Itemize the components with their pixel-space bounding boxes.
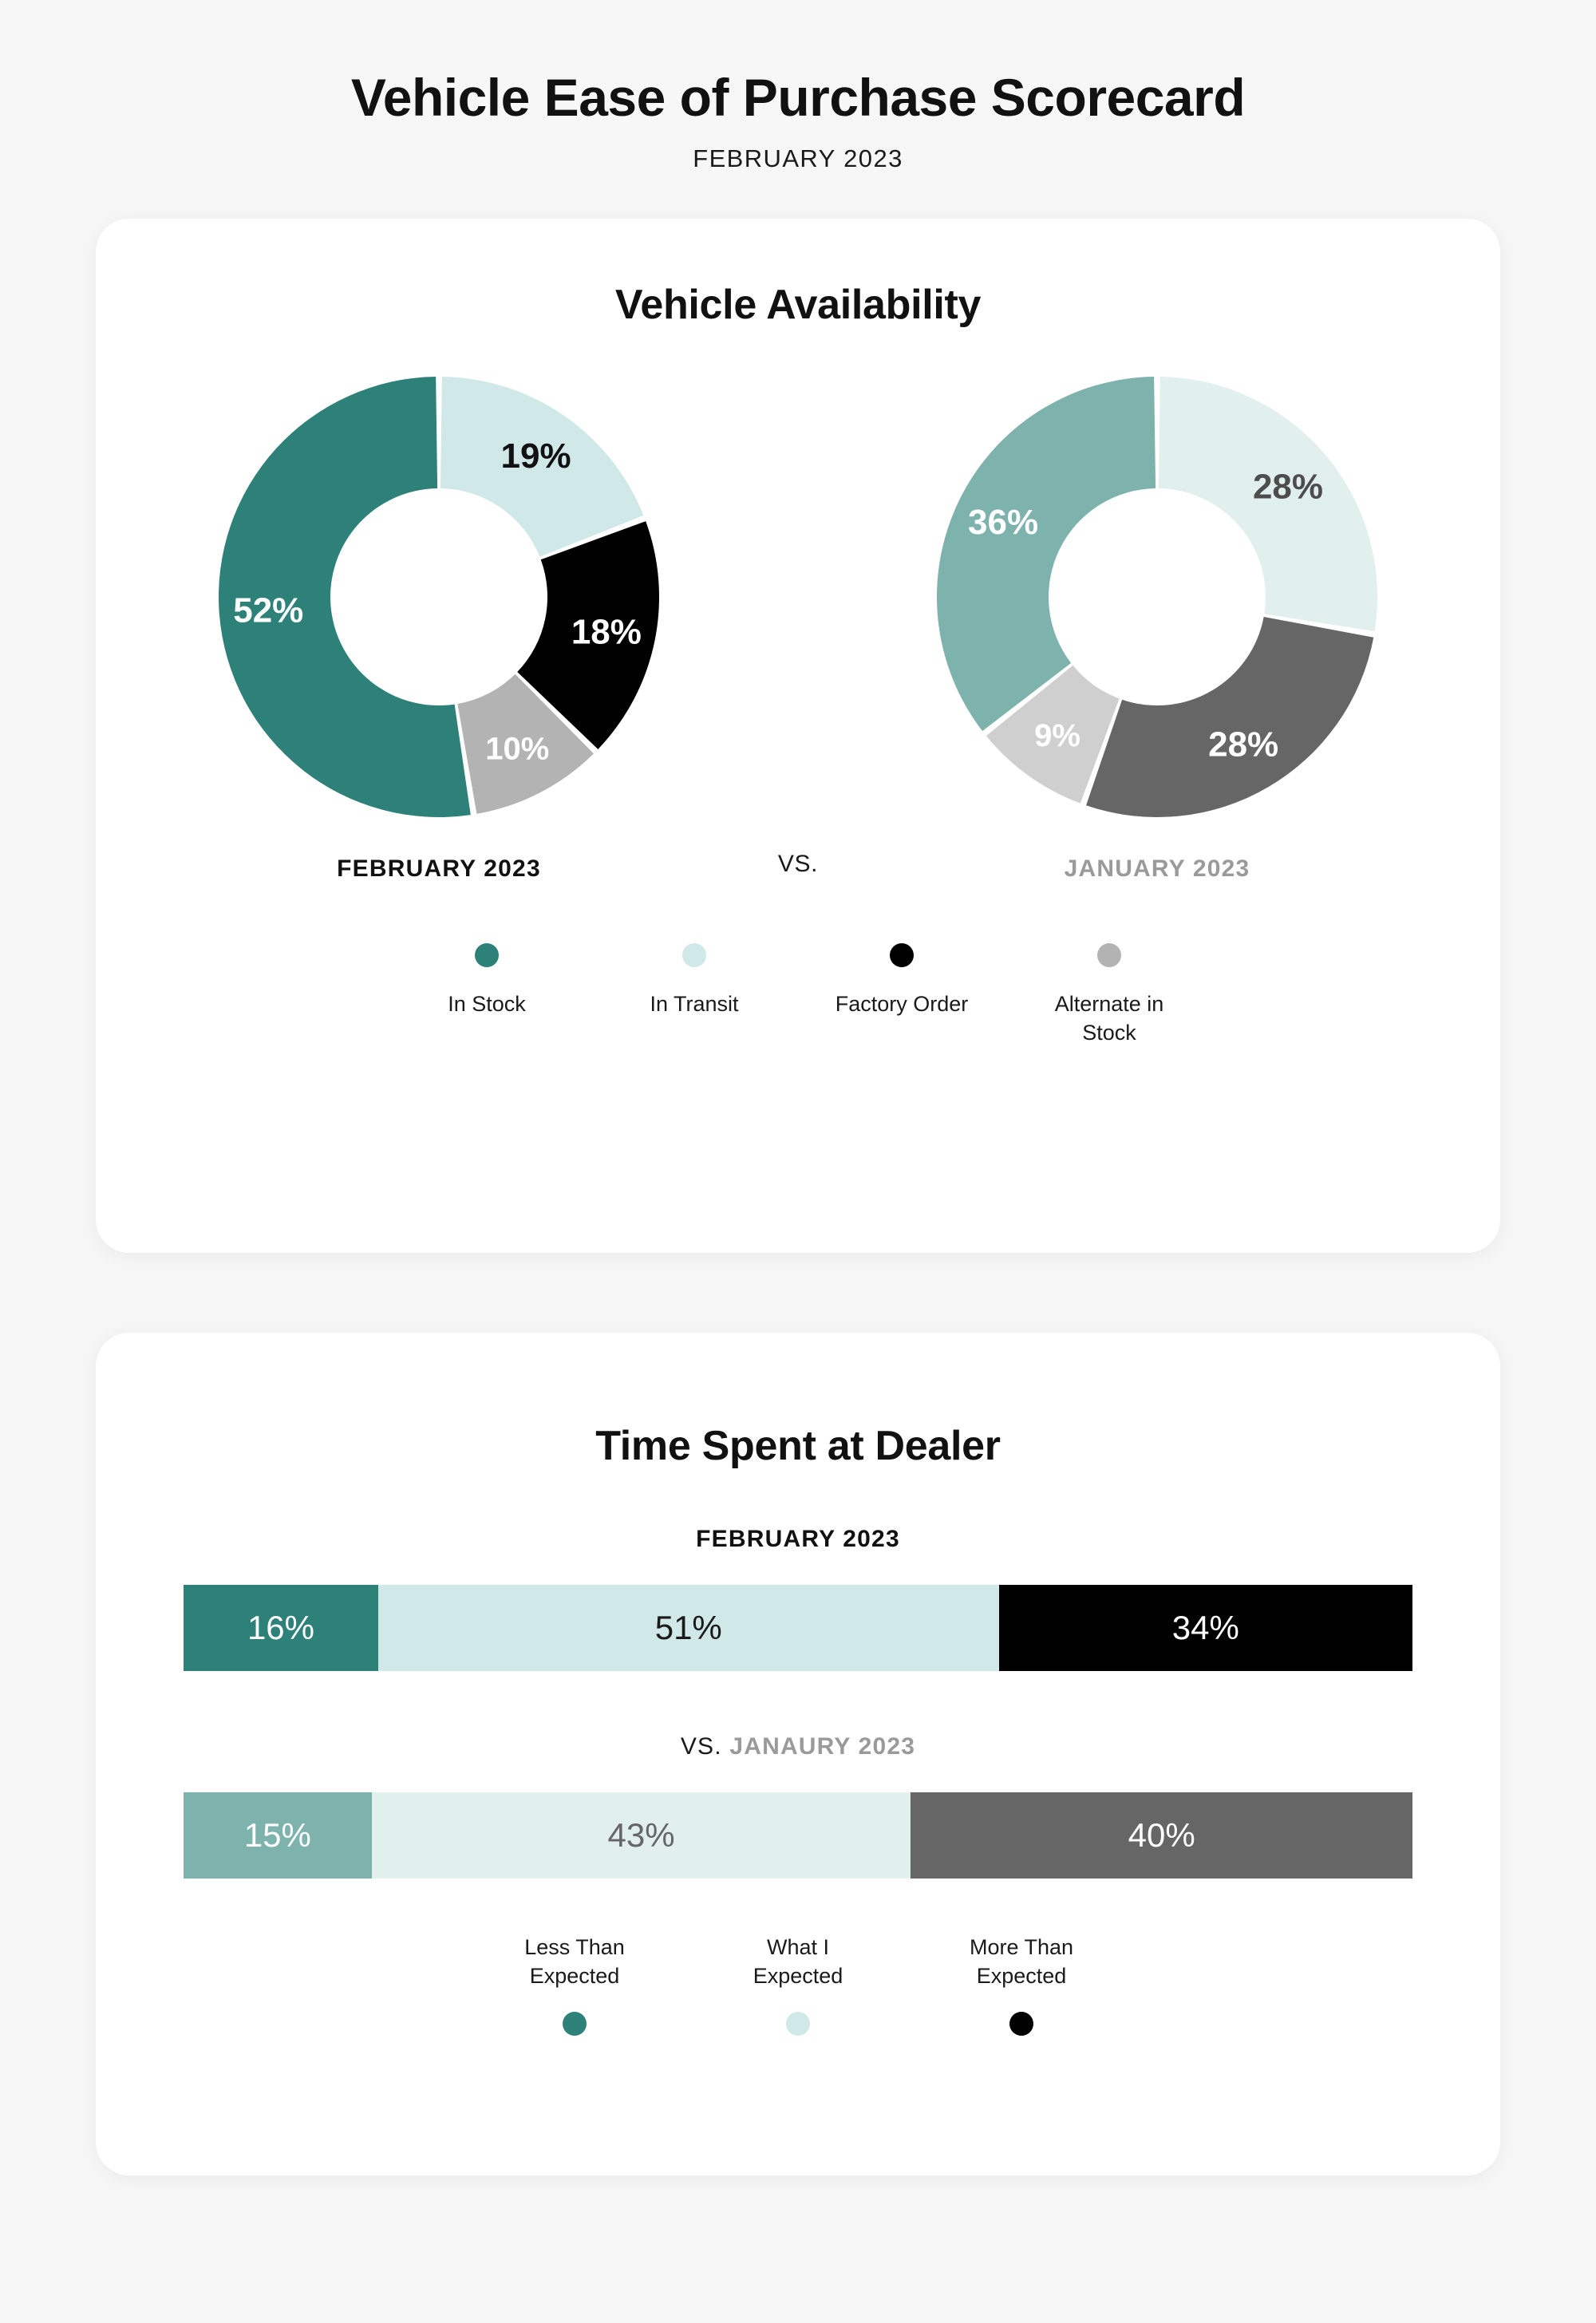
donut-slice-label: 10%	[485, 732, 549, 767]
legend-item: In Stock	[383, 943, 591, 1018]
bar-current-caption: FEBRUARY 2023	[696, 1526, 900, 1553]
bar-segment: 34%	[998, 1585, 1412, 1672]
donut-chart-january: 28% 28% 9% 36%	[937, 377, 1377, 818]
donut-slice-label: 9%	[1034, 719, 1080, 754]
legend-item-label: In Transit	[650, 992, 739, 1017]
donut-comparison-row: 19% 18% 10% 52% FEBRUARY 2023 VS. 28% 28% 9% 3…	[96, 373, 1500, 883]
bar-vs-label: VS.	[680, 1733, 722, 1760]
donut-previous-caption: JANUARY 2023	[1064, 855, 1250, 883]
card-time-spent-at-dealer: Time Spent at Dealer FEBRUARY 2023 16% 51…	[96, 1333, 1500, 2176]
donut-vs-label: VS.	[777, 851, 819, 878]
legend-swatch-icon	[563, 2011, 587, 2036]
page-subtitle: FEBRUARY 2023	[693, 144, 903, 173]
legend-swatch-icon	[1009, 2011, 1033, 2036]
donut-slice	[937, 377, 1156, 732]
legend-item-label: What I Expected	[753, 1935, 843, 1989]
legend-item: What I Expected	[686, 1933, 910, 2036]
bar-segment: 16%	[184, 1585, 378, 1672]
bar-segment: 40%	[911, 1792, 1412, 1879]
legend-item: Less Than Expected	[463, 1933, 686, 2036]
donut-vs-group: VS.	[686, 851, 910, 883]
donut-chart-february: 19% 18% 10% 52%	[219, 377, 659, 818]
donut-slice	[1086, 617, 1374, 818]
bar-segment: 51%	[377, 1585, 999, 1672]
stacked-bar-january: 15% 43% 40%	[184, 1792, 1412, 1879]
legend-item: Factory Order	[798, 943, 1005, 1018]
legend-item: More Than Expected	[910, 1933, 1133, 2036]
infographic-page: Vehicle Ease of Purchase Scorecard FEBRU…	[0, 0, 1596, 2323]
card-vehicle-availability: Vehicle Availability 19% 18% 10% 52% FEBRUA…	[96, 219, 1500, 1254]
legend-swatch-icon	[786, 2011, 810, 2036]
legend-item-label: Alternate in Stock	[1054, 992, 1164, 1045]
legend-item-label: Less Than Expected	[524, 1935, 625, 1989]
donut-current-caption: FEBRUARY 2023	[337, 855, 541, 883]
donut-current-group: 19% 18% 10% 52% FEBRUARY 2023	[192, 373, 686, 883]
bar-previous-month-label: JANAURY 2023	[729, 1733, 916, 1760]
availability-title: Vehicle Availability	[614, 282, 982, 329]
donut-slice-label: 36%	[968, 503, 1038, 542]
legend-item-label: In Stock	[448, 992, 526, 1017]
legend-swatch-icon	[475, 943, 499, 968]
donut-slice-label: 19%	[501, 437, 571, 476]
donut-slice-label: 28%	[1253, 468, 1323, 507]
donut-slice-label: 28%	[1208, 725, 1278, 764]
availability-legend: In Stock In Transit Factory Order Alternate…	[96, 943, 1500, 1047]
donut-slice-label: 18%	[571, 613, 642, 652]
legend-swatch-icon	[890, 943, 914, 968]
page-header: Vehicle Ease of Purchase Scorecard FEBRU…	[0, 0, 1596, 173]
bar-segment: 15%	[184, 1792, 372, 1879]
time-legend: Less Than Expected What I Expected More Than…	[96, 1933, 1500, 2036]
legend-item-label: Factory Order	[835, 992, 969, 1017]
page-title: Vehicle Ease of Purchase Scorecard	[350, 68, 1246, 127]
time-title: Time Spent at Dealer	[595, 1423, 1001, 1470]
legend-swatch-icon	[682, 943, 706, 968]
bar-previous-caption: VS. JANAURY 2023	[96, 1733, 1500, 1760]
donut-previous-group: 28% 28% 9% 36% JANUARY 2023	[910, 373, 1404, 883]
legend-swatch-icon	[1097, 943, 1121, 968]
stacked-bar-february: 16% 51% 34%	[184, 1585, 1412, 1672]
bar-segment: 43%	[371, 1792, 911, 1879]
legend-item-label: More Than Expected	[969, 1935, 1074, 1989]
donut-slice-label: 52%	[233, 591, 303, 630]
legend-item: Alternate in Stock	[1005, 943, 1213, 1047]
legend-item: In Transit	[591, 943, 798, 1018]
